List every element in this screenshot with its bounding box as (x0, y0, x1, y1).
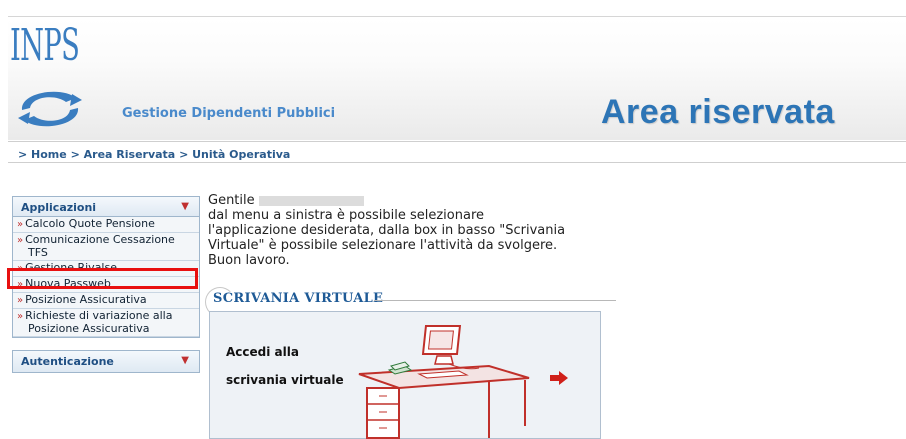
menu-item-calcolo-quote-pensione[interactable]: » Calcolo Quote Pensione (13, 217, 199, 233)
highlight-box (7, 268, 198, 289)
breadcrumb-unita-operativa[interactable]: > Unità Operativa (179, 148, 290, 161)
menu-item-posizione-assicurativa[interactable]: » Posizione Assicurativa (13, 293, 199, 309)
redacted-username (258, 195, 364, 206)
breadcrumb-area-riservata[interactable]: > Area Riservata (71, 148, 176, 161)
inps-logo-icon (18, 91, 82, 127)
breadcrumb: > Home > Area Riservata > Unità Operativ… (8, 141, 906, 163)
greeting-line-3: Virtuale" è possibile selezionare l'atti… (208, 238, 558, 253)
menu-item-label: Calcolo Quote Pensione (25, 217, 155, 230)
double-chevron-icon: » (17, 235, 24, 246)
menu-item-label-continued: Posizione Assicurativa (28, 322, 150, 335)
desk-computer-icon[interactable] (339, 316, 539, 439)
accedi-label-line-2[interactable]: scrivania virtuale (226, 373, 344, 387)
section-divider (374, 300, 616, 301)
header-subtitle: Gestione Dipendenti Pubblici (122, 106, 336, 121)
welcome-message: Gentile dal menu a sinistra è possibile … (208, 193, 628, 268)
autenticazione-title: Autenticazione (21, 355, 114, 368)
arrow-right-icon[interactable] (549, 370, 569, 386)
inps-logo-text[interactable]: INPS (10, 24, 80, 68)
double-chevron-icon: » (17, 295, 24, 306)
autenticazione-menu: Autenticazione ▼ (12, 350, 200, 373)
menu-item-label: Comunicazione Cessazione (25, 233, 175, 246)
scrivania-virtuale-title: SCRIVANIA VIRTUALE (213, 291, 384, 306)
double-chevron-icon: » (17, 219, 24, 230)
accedi-label-line-1[interactable]: Accedi alla (226, 345, 299, 359)
autenticazione-menu-header[interactable]: Autenticazione ▼ (13, 351, 199, 372)
greeting-line-1: dal menu a sinistra è possibile selezion… (208, 208, 485, 223)
menu-item-label-continued: TFS (28, 246, 48, 259)
menu-item-label: Posizione Assicurativa (25, 293, 147, 306)
menu-item-richieste-variazione[interactable]: » Richieste di variazione alla Posizione … (13, 309, 199, 337)
chevron-down-icon[interactable]: ▼ (181, 355, 189, 366)
applicazioni-title: Applicazioni (21, 201, 97, 214)
top-divider (8, 16, 906, 17)
applicazioni-menu-header[interactable]: Applicazioni ▼ (13, 197, 199, 217)
area-riservata-title: Area riservata (601, 93, 835, 131)
greeting-line-2: l'applicazione desiderata, dalla box in … (208, 223, 566, 238)
double-chevron-icon: » (17, 311, 24, 322)
breadcrumb-home[interactable]: > Home (18, 148, 67, 161)
menu-item-comunicazione-cessazione-tfs[interactable]: » Comunicazione Cessazione TFS (13, 233, 199, 261)
applicazioni-menu: Applicazioni ▼ » Calcolo Quote Pensione »… (12, 196, 200, 338)
chevron-down-icon[interactable]: ▼ (181, 201, 189, 212)
greeting-hello: Gentile (208, 193, 255, 208)
greeting-line-4: Buon lavoro. (208, 253, 290, 268)
menu-item-label: Richieste di variazione alla (25, 309, 173, 322)
